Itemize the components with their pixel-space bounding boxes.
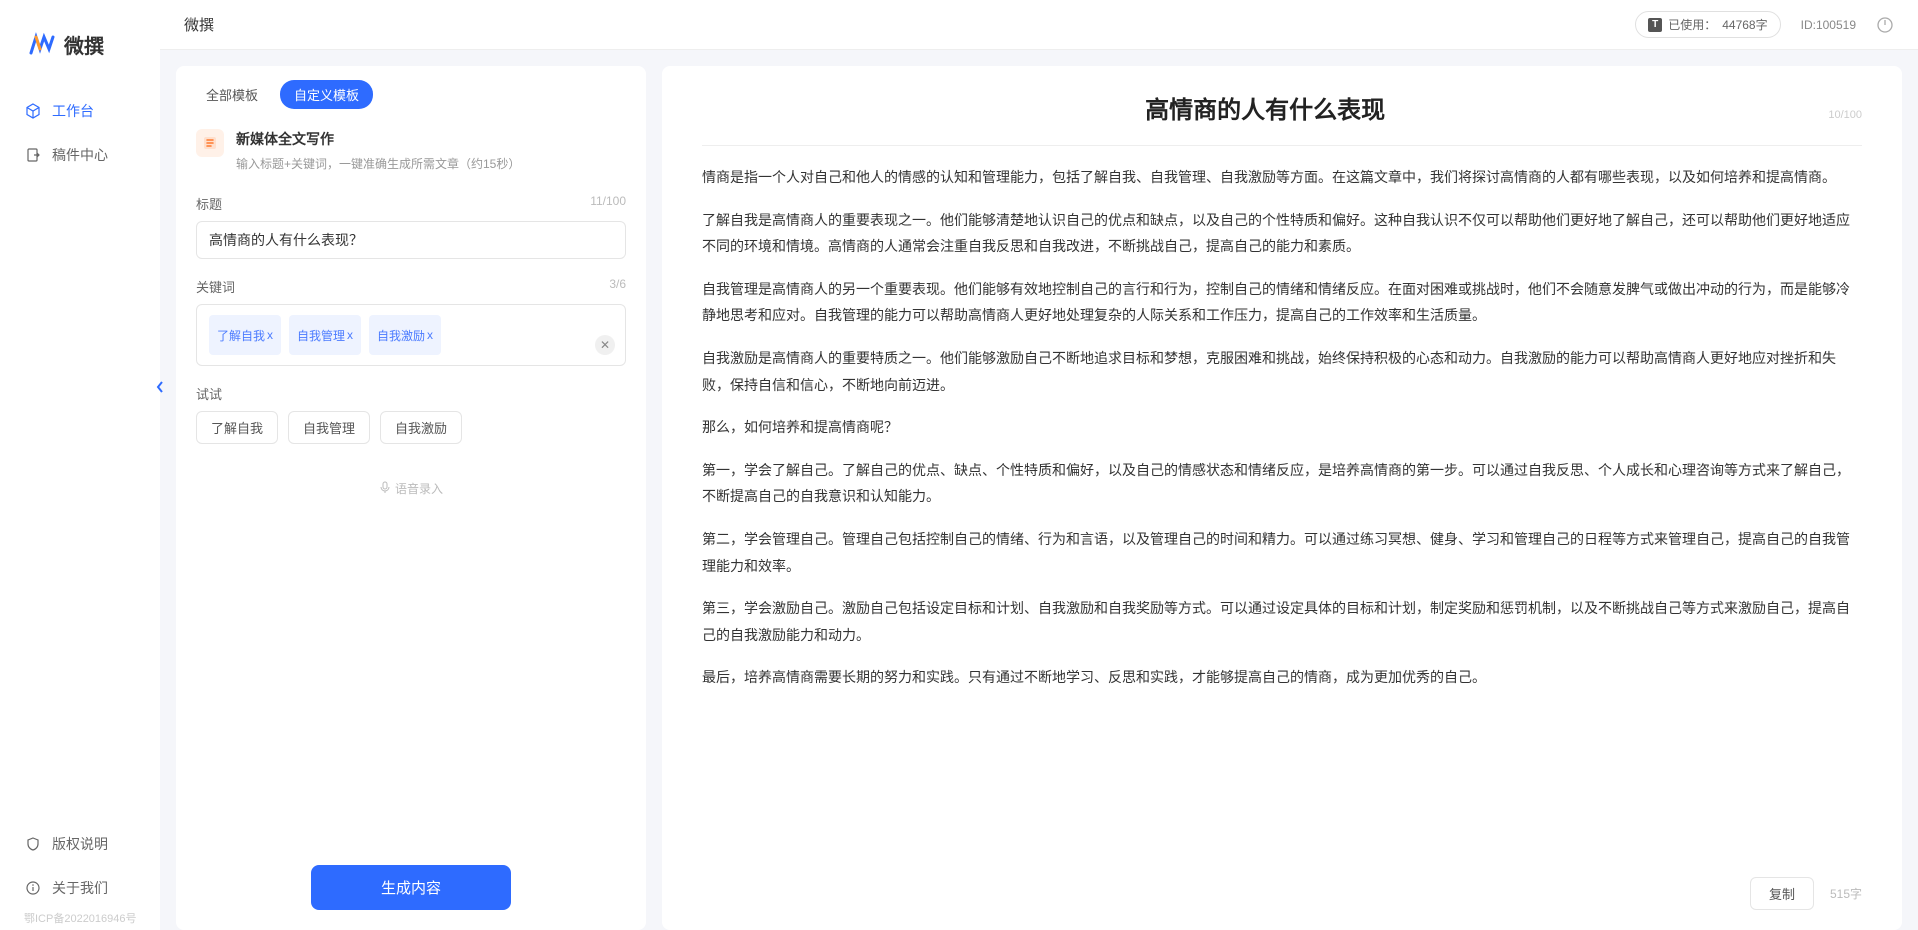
keyword-counter: 3/6 [609, 277, 626, 296]
sidebar: 微撰 工作台 稿件中心 版权说明 关于我们 [0, 0, 160, 930]
nav-item-copyright[interactable]: 版权说明 [0, 822, 160, 866]
generate-button[interactable]: 生成内容 [311, 865, 511, 910]
user-id: ID:100519 [1801, 18, 1856, 32]
remove-tag-icon[interactable]: x [267, 328, 273, 342]
logo-icon [28, 31, 56, 59]
tab-all-templates[interactable]: 全部模板 [192, 80, 272, 109]
usage-pill[interactable]: T 已使用： 44768字 [1635, 11, 1780, 38]
template-tabs: 全部模板 自定义模板 [176, 66, 646, 119]
power-icon[interactable] [1876, 16, 1894, 34]
icp-text: 鄂ICP备2022016946号 [24, 910, 137, 926]
copy-button[interactable]: 复制 [1750, 877, 1814, 910]
title-input[interactable] [196, 221, 626, 259]
template-card[interactable]: 新媒体全文写作 输入标题+关键词，一键准确生成所需文章（约15秒） [176, 119, 646, 188]
article-title-counter: 10/100 [1828, 109, 1862, 121]
drawer-handle[interactable] [152, 375, 168, 399]
tab-custom-templates[interactable]: 自定义模板 [280, 80, 373, 109]
article-body[interactable]: 情商是指一个人对自己和他人的情感的认知和管理能力，包括了解自我、自我管理、自我激… [702, 145, 1862, 691]
shield-icon [24, 835, 42, 853]
nav-label: 关于我们 [52, 878, 108, 898]
try-chip[interactable]: 自我管理 [288, 411, 370, 444]
remove-tag-icon[interactable]: x [427, 328, 433, 342]
article-paragraph: 第一，学会了解自己。了解自己的优点、缺点、个性特质和偏好，以及自己的情感状态和情… [702, 457, 1862, 510]
logo-text: 微撰 [64, 30, 104, 59]
template-icon [196, 129, 224, 157]
article-paragraph: 第三，学会激励自己。激励自己包括设定目标和计划、自我激励和自我奖励等方式。可以通… [702, 595, 1862, 648]
clear-tags-icon[interactable]: ✕ [595, 335, 615, 355]
topbar: 微撰 T 已使用： 44768字 ID:100519 [160, 0, 1918, 50]
voice-input-row[interactable]: 语音录入 [196, 462, 626, 515]
nav-item-about[interactable]: 关于我们 [0, 866, 160, 910]
nav-label: 稿件中心 [52, 145, 108, 165]
t-icon: T [1648, 18, 1662, 32]
nav: 工作台 稿件中心 [0, 89, 160, 822]
page-title: 微撰 [184, 14, 214, 35]
nav-item-workspace[interactable]: 工作台 [0, 89, 160, 133]
usage-value: 44768字 [1722, 16, 1767, 33]
keyword-box[interactable]: 了解自我 x 自我管理 x 自我激励 x ✕ [196, 304, 626, 366]
config-panel: 全部模板 自定义模板 新媒体全文写作 输入标题+关键词，一键准确生成所需文章（约… [176, 66, 646, 930]
voice-hint: 语音录入 [395, 480, 443, 497]
try-chip[interactable]: 了解自我 [196, 411, 278, 444]
usage-label: 已使用： [1668, 16, 1716, 33]
logo: 微撰 [0, 20, 160, 89]
keyword-label: 关键词 [196, 277, 235, 296]
article-paragraph: 那么，如何培养和提高情商呢？ [702, 414, 1862, 441]
mic-icon [379, 481, 391, 496]
keyword-tag[interactable]: 自我激励 x [369, 315, 441, 355]
article-paragraph: 第二，学会管理自己。管理自己包括控制自己的情绪、行为和言语，以及管理自己的时间和… [702, 526, 1862, 579]
nav-label: 工作台 [52, 101, 94, 121]
nav-label: 版权说明 [52, 834, 108, 854]
article-paragraph: 情商是指一个人对自己和他人的情感的认知和管理能力，包括了解自我、自我管理、自我激… [702, 164, 1862, 191]
try-chip[interactable]: 自我激励 [380, 411, 462, 444]
article-paragraph: 了解自我是高情商人的重要表现之一。他们能够清楚地认识自己的优点和缺点，以及自己的… [702, 207, 1862, 260]
title-counter: 11/100 [590, 194, 626, 213]
char-count: 515字 [1830, 885, 1862, 902]
template-subtitle: 输入标题+关键词，一键准确生成所需文章（约15秒） [236, 155, 520, 172]
try-label: 试试 [196, 384, 222, 403]
nav-item-drafts[interactable]: 稿件中心 [0, 133, 160, 177]
article-panel: 高情商的人有什么表现 10/100 情商是指一个人对自己和他人的情感的认知和管理… [662, 66, 1902, 930]
info-icon [24, 879, 42, 897]
template-title: 新媒体全文写作 [236, 129, 520, 149]
article-paragraph: 自我管理是高情商人的另一个重要表现。他们能够有效地控制自己的言行和行为，控制自己… [702, 276, 1862, 329]
article-paragraph: 自我激励是高情商人的重要特质之一。他们能够激励自己不断地追求目标和梦想，克服困难… [702, 345, 1862, 398]
keyword-tag[interactable]: 了解自我 x [209, 315, 281, 355]
remove-tag-icon[interactable]: x [347, 328, 353, 342]
article-title[interactable]: 高情商的人有什么表现 [702, 90, 1828, 125]
article-paragraph: 最后，培养高情商需要长期的努力和实践。只有通过不断地学习、反思和实践，才能够提高… [702, 664, 1862, 691]
keyword-tag[interactable]: 自我管理 x [289, 315, 361, 355]
title-label: 标题 [196, 194, 222, 213]
doc-out-icon [24, 146, 42, 164]
cube-icon [24, 102, 42, 120]
